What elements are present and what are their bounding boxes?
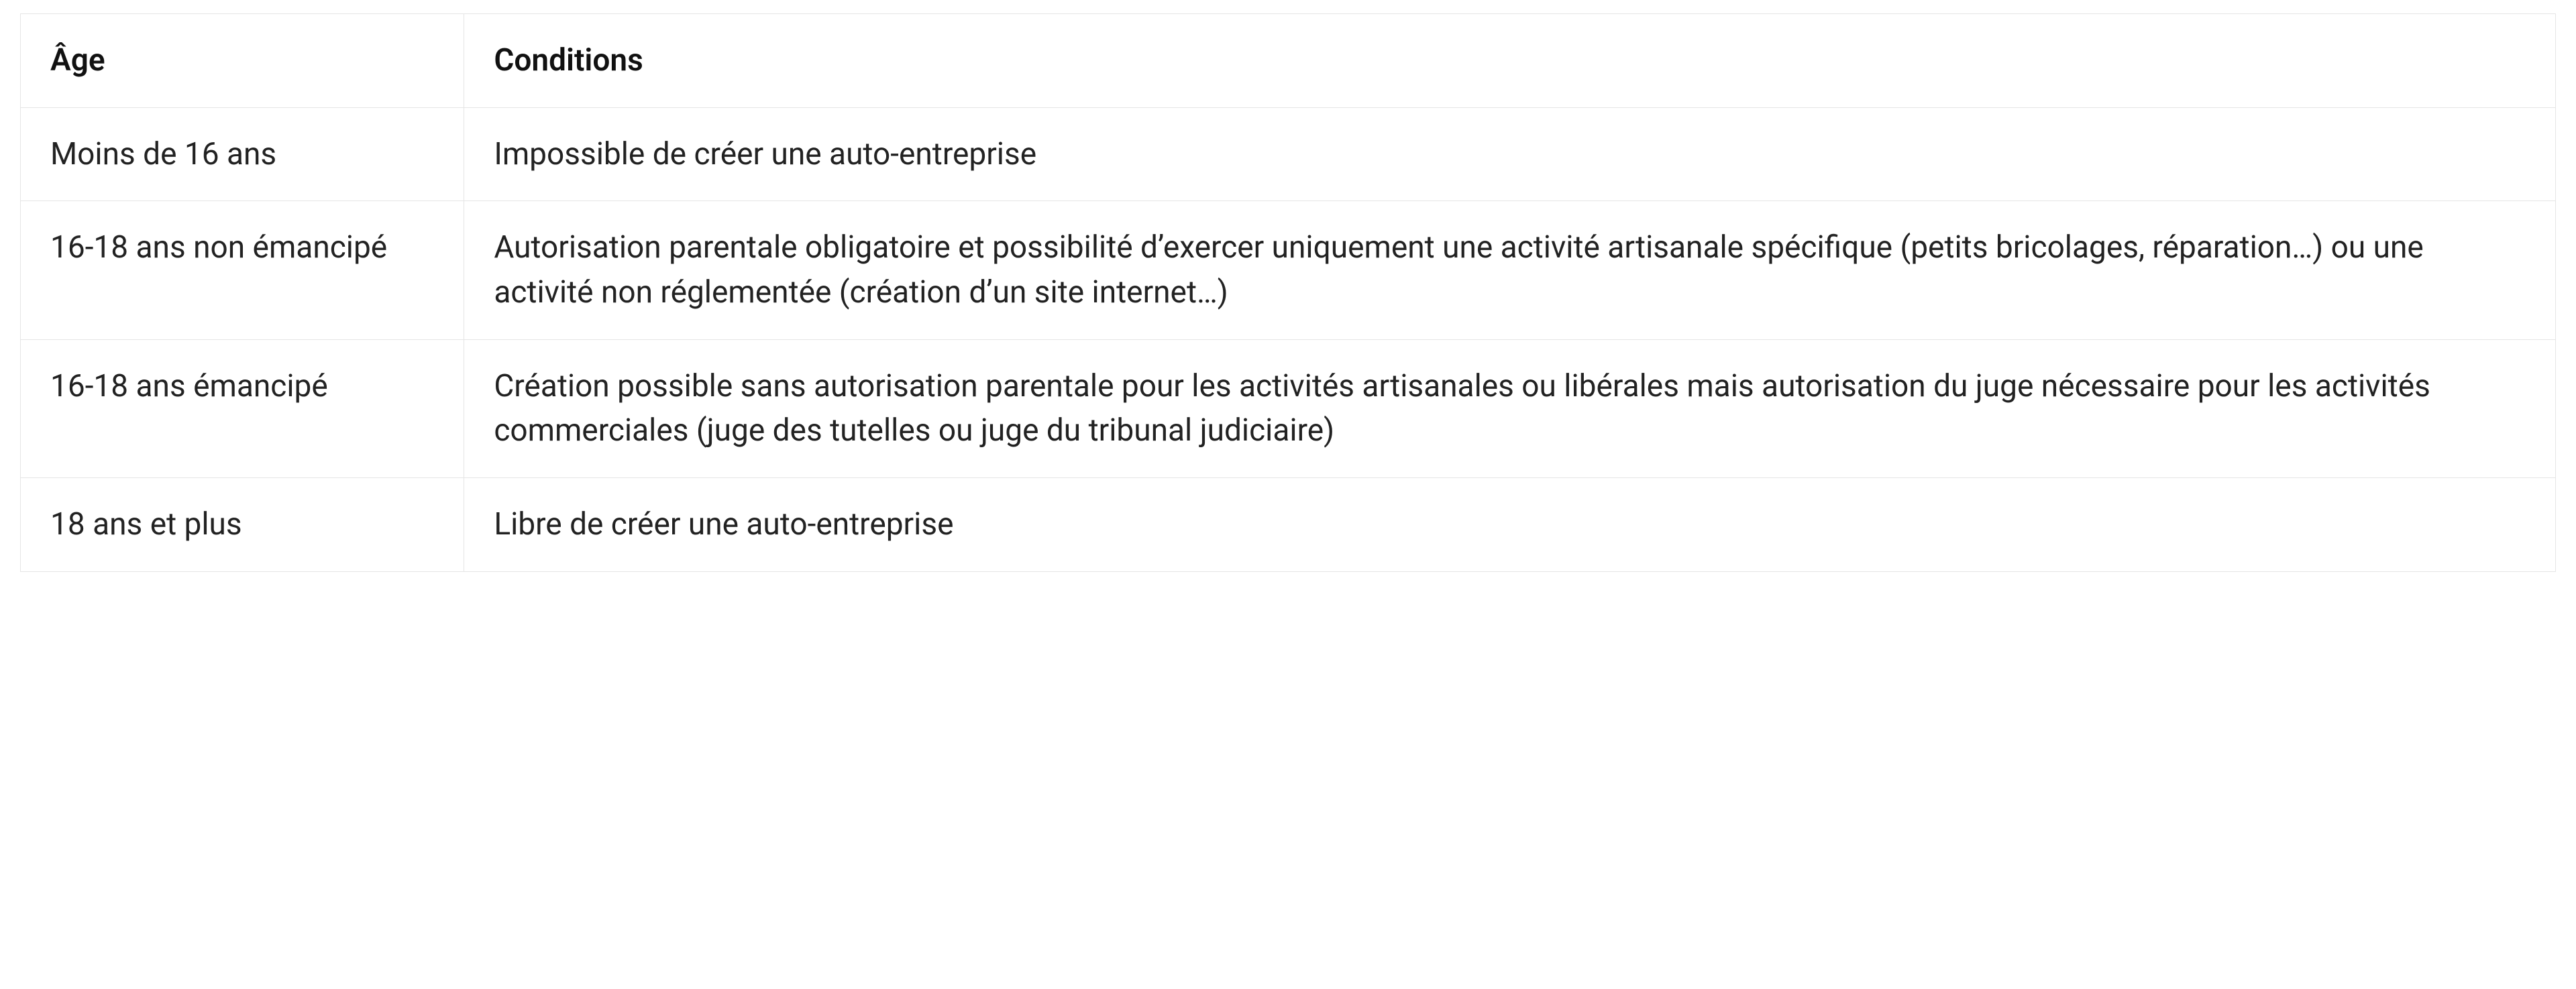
cell-conditions: Création possible sans autorisation pare… — [464, 339, 2556, 477]
conditions-table: Âge Conditions Moins de 16 ans Impossibl… — [20, 13, 2556, 572]
cell-conditions: Libre de créer une auto-entreprise — [464, 478, 2556, 572]
cell-age: 18 ans et plus — [21, 478, 464, 572]
cell-conditions: Impossible de créer une auto-entreprise — [464, 107, 2556, 201]
table-row: Moins de 16 ans Impossible de créer une … — [21, 107, 2556, 201]
cell-age: 16-18 ans émancipé — [21, 339, 464, 477]
cell-age: 16-18 ans non émancipé — [21, 201, 464, 339]
header-age: Âge — [21, 14, 464, 108]
cell-age: Moins de 16 ans — [21, 107, 464, 201]
header-conditions: Conditions — [464, 14, 2556, 108]
table-row: 16-18 ans émancipé Création possible san… — [21, 339, 2556, 477]
table-row: 18 ans et plus Libre de créer une auto-e… — [21, 478, 2556, 572]
cell-conditions: Autorisation parentale obligatoire et po… — [464, 201, 2556, 339]
page-container: Âge Conditions Moins de 16 ans Impossibl… — [0, 0, 2576, 585]
table-row: 16-18 ans non émancipé Autorisation pare… — [21, 201, 2556, 339]
table-header-row: Âge Conditions — [21, 14, 2556, 108]
